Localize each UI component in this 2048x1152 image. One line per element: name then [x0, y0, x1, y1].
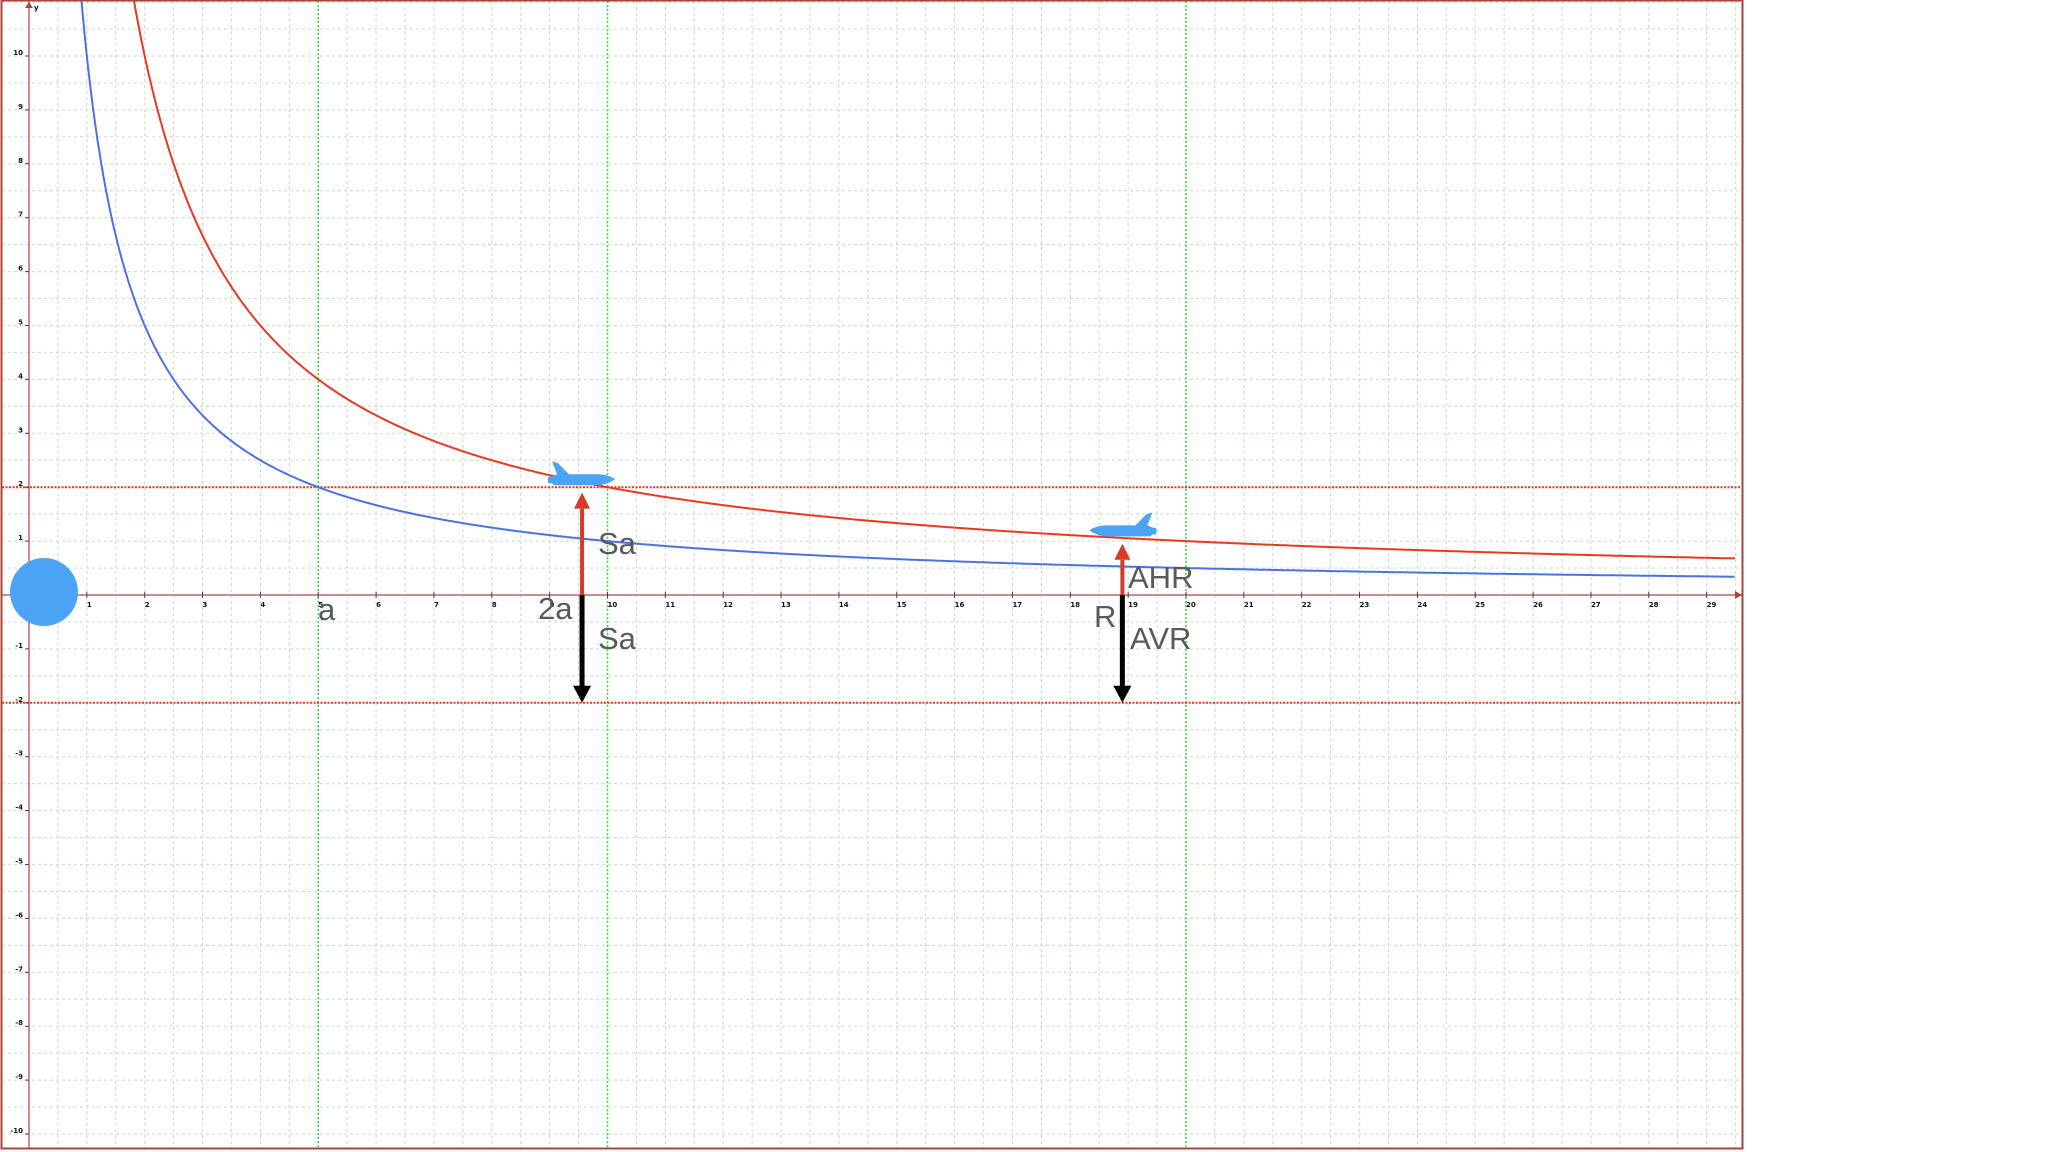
shuttles: [548, 461, 1156, 536]
y-tick-label: 1: [18, 534, 23, 542]
x-axis-arrow-icon: [1735, 591, 1742, 599]
x-tick-label: 25: [1475, 601, 1485, 609]
x-tick-label: 13: [781, 601, 791, 609]
planet-circle: [10, 558, 78, 626]
y-tick-label: 9: [18, 103, 23, 111]
x-tick-label: 29: [1707, 601, 1717, 609]
y-tick-label: -6: [15, 911, 23, 919]
y-tick-label: 8: [18, 157, 23, 165]
y-tick-label: 7: [18, 211, 23, 219]
x-tick-label: 16: [955, 601, 965, 609]
x-tick-label: 26: [1533, 601, 1543, 609]
y-tick-label: -5: [15, 858, 23, 866]
y-tick-label: -8: [15, 1019, 23, 1027]
black-arrowhead-icon: [1113, 686, 1131, 703]
x-tick-label: 14: [839, 601, 849, 609]
label-avr: AVR: [1130, 621, 1191, 656]
x-tick-label: 20: [1186, 601, 1196, 609]
blue-curve: [80, 0, 1735, 577]
x-tick-label: 3: [203, 601, 208, 609]
y-tick-label: -10: [10, 1127, 23, 1135]
x-tick-label: 1: [87, 601, 92, 609]
label-r: R: [1094, 599, 1116, 634]
label-a: a: [318, 592, 336, 627]
y-tick-label: -7: [15, 965, 23, 973]
x-tick-label: 15: [897, 601, 907, 609]
force-arrows: [573, 493, 1131, 703]
black-arrowhead-icon: [573, 686, 591, 703]
x-tick-label: 18: [1070, 601, 1080, 609]
label-sa-up: Sa: [598, 526, 637, 561]
label-2a: 2a: [538, 591, 573, 626]
y-axis-arrow-icon: [25, 2, 33, 8]
red-arrowhead-icon: [1114, 544, 1130, 560]
curves: [80, 0, 1735, 577]
x-tick-label: 24: [1417, 601, 1427, 609]
red-curve: [131, 0, 1735, 558]
y-tick-label: 2: [18, 480, 23, 488]
red-arrowhead-icon: [574, 493, 590, 509]
y-tick-label: -2: [15, 696, 23, 704]
x-tick-label: 12: [723, 601, 733, 609]
x-tick-label: 27: [1591, 601, 1601, 609]
shuttle-a-icon: [548, 461, 615, 485]
x-tick-label: 22: [1302, 601, 1312, 609]
x-tick-label: 19: [1128, 601, 1138, 609]
y-axis-label: y: [34, 4, 39, 12]
x-tick-label: 28: [1649, 601, 1659, 609]
x-tick-label: 11: [665, 601, 675, 609]
y-tick-label: 4: [18, 372, 23, 380]
graph-canvas[interactable]: y123456789101112131415161718192021222324…: [0, 0, 2048, 1152]
y-tick-label: 5: [18, 319, 23, 327]
x-tick-label: 10: [608, 601, 618, 609]
x-tick-label: 17: [1012, 601, 1022, 609]
y-tick-label: -4: [15, 804, 23, 812]
x-tick-label: 21: [1244, 601, 1254, 609]
label-ahr: AHR: [1128, 560, 1193, 595]
x-tick-label: 7: [434, 601, 439, 609]
x-tick-label: 2: [145, 601, 150, 609]
x-tick-label: 4: [260, 601, 265, 609]
x-tick-label: 6: [376, 601, 381, 609]
label-sa-down: Sa: [598, 621, 637, 656]
x-tick-label: 8: [492, 601, 497, 609]
y-tick-label: 10: [13, 49, 23, 57]
y-tick-label: -9: [15, 1073, 23, 1081]
x-tick-label: 23: [1360, 601, 1370, 609]
y-tick-label: 3: [18, 426, 23, 434]
y-tick-label: 6: [18, 265, 23, 273]
y-tick-label: -3: [15, 750, 23, 758]
y-tick-label: -1: [15, 642, 23, 650]
shuttle-body: [548, 461, 615, 485]
